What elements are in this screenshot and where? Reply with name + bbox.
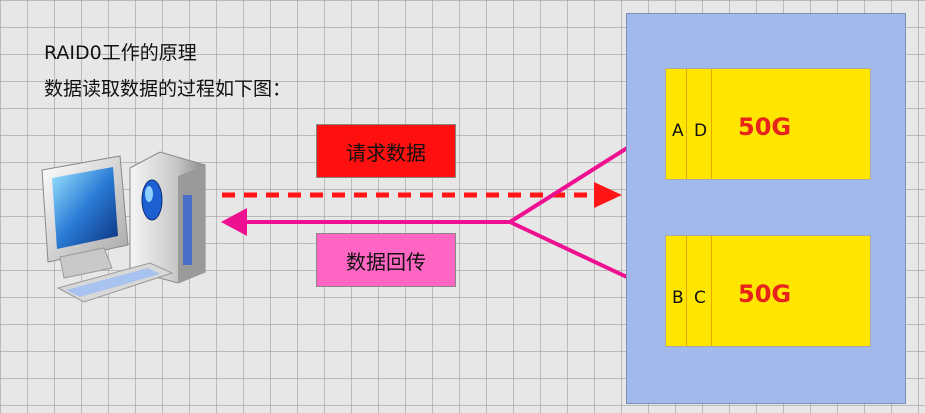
computer-icon	[41, 151, 206, 303]
response-data-label: 数据回传	[316, 233, 456, 287]
disk-1-block-a: A	[672, 121, 684, 141]
disk-2: B C 50G	[665, 235, 871, 347]
disk-1: A D 50G	[665, 68, 871, 180]
disk-1-block-d: D	[694, 121, 708, 141]
request-data-label: 请求数据	[316, 124, 456, 178]
disk-1-capacity: 50G	[738, 113, 792, 141]
disk-2-block-b: B	[672, 288, 684, 308]
disk-2-capacity: 50G	[738, 280, 792, 308]
disk-2-block-c: C	[694, 288, 706, 308]
